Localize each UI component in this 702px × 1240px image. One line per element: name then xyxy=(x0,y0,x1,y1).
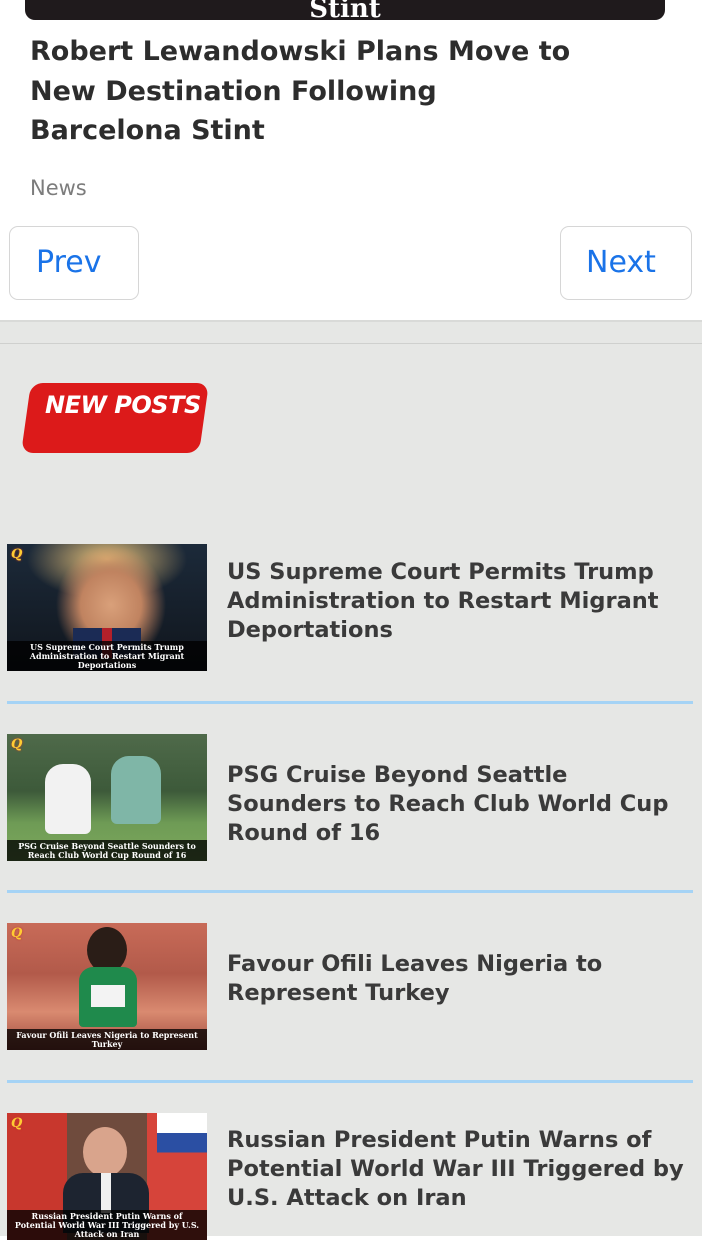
prev-button[interactable]: Prev xyxy=(9,226,139,300)
post-thumbnail-caption: PSG Cruise Beyond Seattle Sounders to Re… xyxy=(7,840,207,861)
section-divider xyxy=(0,343,702,344)
post-list-item[interactable]: Q Favour Ofili Leaves Nigeria to Represe… xyxy=(7,923,693,1050)
site-logo-icon: Q xyxy=(11,1116,23,1131)
featured-article-category[interactable]: News xyxy=(30,173,87,203)
post-list-item[interactable]: Q US Supreme Court Permits Trump Adminis… xyxy=(7,544,693,671)
featured-image-caption: Stint xyxy=(309,0,381,20)
next-button[interactable]: Next xyxy=(560,226,692,300)
new-posts-section: NEW POSTS Q US Supreme Court Permits Tru… xyxy=(0,320,702,1240)
featured-article-card: Stint Robert Lewandowski Plans Move to N… xyxy=(0,0,702,320)
post-title[interactable]: Russian President Putin Warns of Potenti… xyxy=(227,1126,687,1213)
post-thumbnail-caption: Favour Ofili Leaves Nigeria to Represent… xyxy=(7,1029,207,1050)
post-list-item[interactable]: Q PSG Cruise Beyond Seattle Sounders to … xyxy=(7,734,693,861)
new-posts-badge-label: NEW POSTS xyxy=(45,391,201,419)
post-divider xyxy=(7,890,693,893)
post-title[interactable]: Favour Ofili Leaves Nigeria to Represent… xyxy=(227,950,687,1008)
post-thumbnail[interactable]: Q Russian President Putin Warns of Poten… xyxy=(7,1113,207,1240)
post-divider xyxy=(7,701,693,704)
post-thumbnail[interactable]: Q Favour Ofili Leaves Nigeria to Represe… xyxy=(7,923,207,1050)
post-thumbnail[interactable]: Q PSG Cruise Beyond Seattle Sounders to … xyxy=(7,734,207,861)
featured-article-image[interactable]: Stint xyxy=(25,0,665,20)
post-list-item[interactable]: Q Russian President Putin Warns of Poten… xyxy=(7,1113,693,1240)
post-title[interactable]: PSG Cruise Beyond Seattle Sounders to Re… xyxy=(227,761,687,848)
site-logo-icon: Q xyxy=(11,737,23,752)
site-logo-icon: Q xyxy=(11,926,23,941)
post-title[interactable]: US Supreme Court Permits Trump Administr… xyxy=(227,558,687,645)
post-thumbnail[interactable]: Q US Supreme Court Permits Trump Adminis… xyxy=(7,544,207,671)
site-logo-icon: Q xyxy=(11,547,23,562)
post-thumbnail-caption: US Supreme Court Permits Trump Administr… xyxy=(7,641,207,671)
featured-article-title[interactable]: Robert Lewandowski Plans Move to New Des… xyxy=(30,32,590,151)
post-divider xyxy=(7,1080,693,1083)
